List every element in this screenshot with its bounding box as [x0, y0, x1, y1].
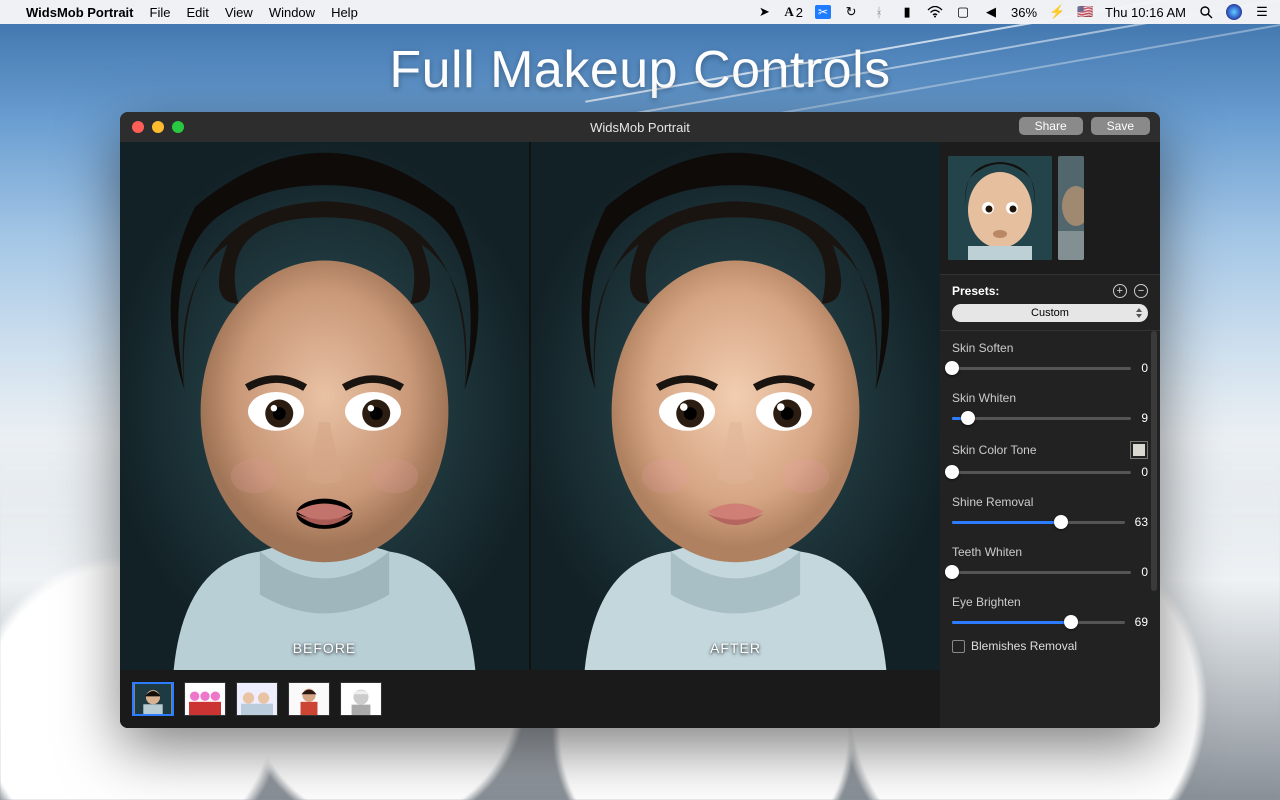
flag-icon[interactable]: 🇺🇸 [1077, 4, 1093, 20]
skin-tone-slider[interactable] [952, 471, 1131, 474]
slider-shine-removal: Shine Removal 63 [952, 495, 1148, 529]
thumbnail-3[interactable] [236, 682, 278, 716]
bluetooth-icon[interactable]: ᚼ [871, 4, 887, 20]
share-button[interactable]: Share [1019, 117, 1083, 135]
slider-skin-soften: Skin Soften 0 [952, 341, 1148, 375]
window-titlebar[interactable]: WidsMob Portrait Share Save [120, 112, 1160, 142]
thumbnail-1[interactable] [132, 682, 174, 716]
after-label: AFTER [531, 640, 940, 656]
menubar-item-edit[interactable]: Edit [186, 5, 208, 20]
teeth-whiten-slider[interactable] [952, 571, 1131, 574]
teeth-whiten-label: Teeth Whiten [952, 545, 1022, 559]
controls-panel: Presets: + − Custom Skin Soften 0 [940, 142, 1160, 728]
skin-soften-label: Skin Soften [952, 341, 1013, 355]
skin-whiten-value: 9 [1141, 411, 1148, 425]
shine-removal-label: Shine Removal [952, 495, 1033, 509]
skin-soften-slider[interactable] [952, 367, 1131, 370]
slider-teeth-whiten: Teeth Whiten 0 [952, 545, 1148, 579]
save-button[interactable]: Save [1091, 117, 1150, 135]
charging-icon: ⚡ [1049, 4, 1065, 20]
macos-menubar: WidsMob Portrait File Edit View Window H… [0, 0, 1280, 24]
menubar-item-view[interactable]: View [225, 5, 253, 20]
menubar-item-file[interactable]: File [150, 5, 171, 20]
skin-tone-swatch[interactable] [1130, 441, 1148, 459]
eye-brighten-slider[interactable] [952, 621, 1125, 624]
thumbnail-2[interactable] [184, 682, 226, 716]
slider-skin-color-tone: Skin Color Tone 0 [952, 441, 1148, 479]
airplay-icon[interactable]: ▢ [955, 4, 971, 20]
siri-icon[interactable] [1226, 4, 1242, 20]
skin-whiten-label: Skin Whiten [952, 391, 1016, 405]
battery-percent: 36% [1011, 5, 1037, 20]
wifi-icon[interactable] [927, 4, 943, 20]
menubar-item-help[interactable]: Help [331, 5, 358, 20]
presets-section: Presets: + − Custom [940, 274, 1160, 331]
eye-brighten-value: 69 [1135, 615, 1148, 629]
thumbnail-strip [120, 670, 940, 728]
skin-tone-label: Skin Color Tone [952, 443, 1037, 457]
preset-selected-value: Custom [1031, 307, 1069, 319]
face-selector [940, 142, 1160, 274]
snip-tool-icon[interactable]: ✂ [815, 5, 831, 19]
window-title: WidsMob Portrait [590, 120, 690, 135]
timemachine-icon[interactable]: ↻ [843, 4, 859, 20]
app-window: WidsMob Portrait Share Save [120, 112, 1160, 728]
window-close-icon[interactable] [132, 121, 144, 133]
menubar-app-name[interactable]: WidsMob Portrait [26, 5, 134, 20]
panel-scrollbar[interactable] [1151, 331, 1157, 591]
skin-soften-value: 0 [1141, 361, 1148, 375]
remove-preset-icon[interactable]: − [1134, 284, 1148, 298]
shine-removal-slider[interactable] [952, 521, 1125, 524]
slider-eye-brighten: Eye Brighten 69 [952, 595, 1148, 629]
thumbnail-4[interactable] [288, 682, 330, 716]
window-minimize-icon[interactable] [152, 121, 164, 133]
presets-label: Presets: [952, 284, 999, 298]
eye-brighten-label: Eye Brighten [952, 595, 1021, 609]
before-image: BEFORE [120, 142, 529, 670]
skin-tone-value: 0 [1141, 465, 1148, 479]
shine-removal-value: 63 [1135, 515, 1148, 529]
location-icon[interactable]: ➤ [756, 4, 772, 20]
volume-icon[interactable]: ◀ [983, 4, 999, 20]
blemishes-removal-checkbox[interactable]: Blemishes Removal [952, 639, 1148, 653]
before-label: BEFORE [120, 640, 529, 656]
window-zoom-icon[interactable] [172, 121, 184, 133]
blemishes-removal-label: Blemishes Removal [971, 639, 1077, 653]
menubar-clock[interactable]: Thu 10:16 AM [1105, 5, 1186, 20]
battery-icon[interactable]: ▮ [899, 4, 915, 20]
notification-center-icon[interactable]: ☰ [1254, 4, 1270, 20]
after-image: AFTER [531, 142, 940, 670]
face-thumbnail-next[interactable] [1058, 156, 1084, 260]
add-preset-icon[interactable]: + [1113, 284, 1127, 298]
skin-whiten-slider[interactable] [952, 417, 1131, 420]
spotlight-icon[interactable] [1198, 4, 1214, 20]
menubar-item-window[interactable]: Window [269, 5, 315, 20]
preset-select[interactable]: Custom [952, 304, 1148, 322]
face-thumbnail-main[interactable] [948, 156, 1052, 260]
page-title: Full Makeup Controls [0, 40, 1280, 100]
slider-skin-whiten: Skin Whiten 9 [952, 391, 1148, 425]
teeth-whiten-value: 0 [1141, 565, 1148, 579]
adobe-status[interactable]: A2 [784, 4, 803, 20]
thumbnail-5[interactable] [340, 682, 382, 716]
checkbox-icon [952, 640, 965, 653]
